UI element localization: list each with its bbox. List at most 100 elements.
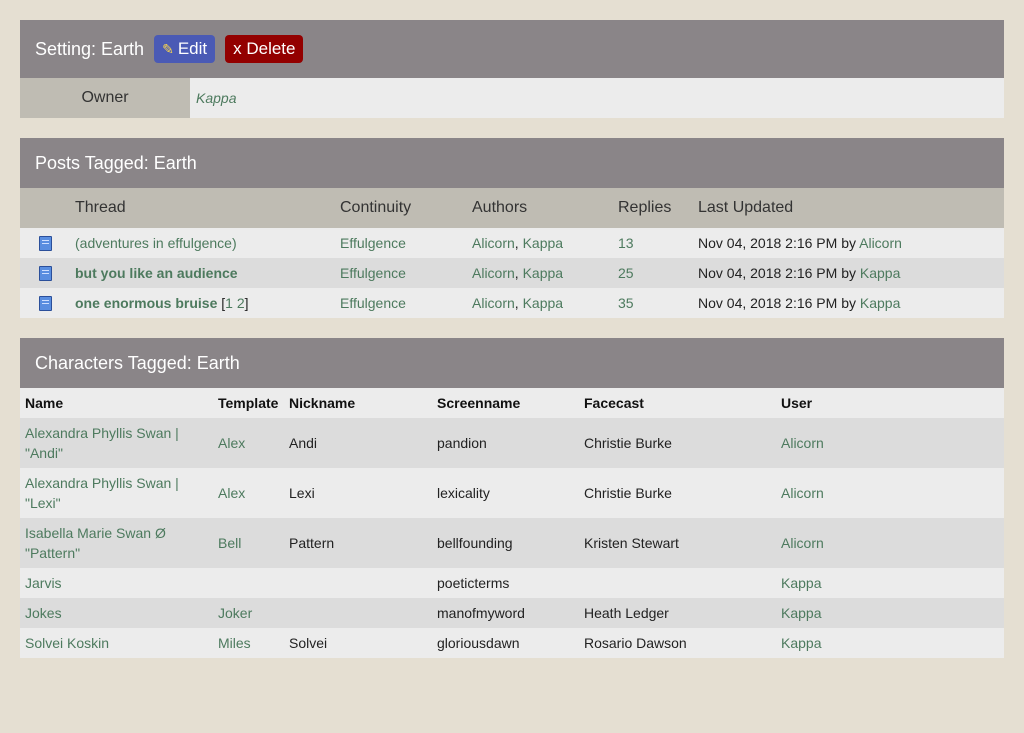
last-updated-time: Nov 04, 2018 2:16 PM [698,235,838,251]
continuity-link[interactable]: Effulgence [340,295,406,311]
by-label: by [841,295,856,311]
page-link[interactable]: 1 [225,295,233,311]
user-link[interactable]: Alicorn [781,435,824,451]
by-label: by [841,265,856,281]
posts-table: Thread Continuity Authors Replies Last U… [20,188,1004,318]
characters-header: Characters Tagged: Earth [20,338,1004,388]
posts-panel: Posts Tagged: Earth Thread Continuity Au… [20,138,1004,318]
character-row: Isabella Marie Swan Ø "Pattern" Bell Pat… [20,518,1004,568]
author-link[interactable]: Alicorn [472,235,515,251]
character-row: Jarvis poeticterms Kappa [20,568,1004,598]
facecast-cell: Kristen Stewart [579,518,776,568]
characters-title: Characters Tagged: Earth [35,352,240,373]
setting-header: Setting: Earth ✎ Edit x Delete [20,20,1004,78]
owner-label: Owner [20,78,190,118]
screenname-cell: bellfounding [432,518,579,568]
setting-title: Setting: Earth [35,38,145,59]
template-link[interactable]: Joker [218,605,252,621]
nickname-cell: Solvei [284,628,432,658]
screenname-cell: lexicality [432,468,579,518]
facecast-cell [579,568,776,598]
screenname-cell: gloriousdawn [432,628,579,658]
owner-row: Owner Kappa [20,78,1004,118]
setting-panel: Setting: Earth ✎ Edit x Delete Owner Kap… [20,20,1004,118]
character-row: Jokes Joker manofmyword Heath Ledger Kap… [20,598,1004,628]
character-name-link[interactable]: Isabella Marie Swan Ø "Pattern" [25,525,166,561]
user-link[interactable]: Kappa [781,605,821,621]
character-name-link[interactable]: Jokes [25,605,62,621]
character-name-link[interactable]: Alexandra Phyllis Swan | "Andi" [25,425,179,461]
edit-button-label: Edit [177,39,208,58]
edit-button[interactable]: ✎ Edit [154,35,216,63]
delete-button[interactable]: x Delete [225,35,304,63]
author-link[interactable]: Alicorn [472,295,515,311]
facecast-cell: Christie Burke [579,418,776,468]
author-link[interactable]: Kappa [523,265,563,281]
updated-by-link[interactable]: Kappa [860,295,900,311]
characters-header-row: Name Template Nickname Screenname Faceca… [20,388,1004,418]
updated-by-link[interactable]: Alicorn [859,235,902,251]
book-icon [39,266,52,282]
character-row: Alexandra Phyllis Swan | "Andi" Alex And… [20,418,1004,468]
nickname-cell: Lexi [284,468,432,518]
replies-link[interactable]: 35 [618,295,634,311]
by-label: by [841,235,856,251]
thread-link[interactable]: but you like an audience [75,265,238,281]
author-link[interactable]: Kappa [523,235,563,251]
posts-header: Posts Tagged: Earth [20,138,1004,188]
continuity-link[interactable]: Effulgence [340,235,406,251]
owner-link[interactable]: Kappa [196,90,236,106]
user-link[interactable]: Kappa [781,635,821,651]
replies-link[interactable]: 13 [618,235,634,251]
facecast-cell: Christie Burke [579,468,776,518]
screenname-cell: poeticterms [432,568,579,598]
nickname-cell: Pattern [284,518,432,568]
character-name-link[interactable]: Alexandra Phyllis Swan | "Lexi" [25,475,179,511]
posts-title: Posts Tagged: Earth [35,152,197,173]
thread-link[interactable]: one enormous bruise [75,295,217,311]
posts-col-replies: Replies [613,188,693,228]
post-row: one enormous bruise [1 2] Effulgence Ali… [20,288,1004,318]
screenname-cell: manofmyword [432,598,579,628]
nickname-cell: Andi [284,418,432,468]
user-link[interactable]: Alicorn [781,535,824,551]
chars-col-facecast: Facecast [579,388,776,418]
character-name-link[interactable]: Jarvis [25,575,62,591]
template-link[interactable]: Bell [218,535,241,551]
author-link[interactable]: Kappa [523,295,563,311]
book-icon [39,296,52,312]
user-link[interactable]: Alicorn [781,485,824,501]
chars-col-user: User [776,388,1004,418]
facecast-cell: Rosario Dawson [579,628,776,658]
chars-col-nickname: Nickname [284,388,432,418]
user-link[interactable]: Kappa [781,575,821,591]
template-link[interactable]: Alex [218,485,245,501]
owner-value-cell: Kappa [190,78,1004,118]
last-updated-time: Nov 04, 2018 2:16 PM [698,295,838,311]
posts-col-icon [20,188,70,228]
pencil-icon: ✎ [162,40,174,57]
author-link[interactable]: Alicorn [472,265,515,281]
post-row: but you like an audience Effulgence Alic… [20,258,1004,288]
posts-col-last-updated: Last Updated [693,188,1004,228]
last-updated-time: Nov 04, 2018 2:16 PM [698,265,838,281]
template-link[interactable]: Alex [218,435,245,451]
updated-by-link[interactable]: Kappa [860,265,900,281]
thread-link[interactable]: (adventures in effulgence) [75,235,237,251]
posts-col-thread: Thread [70,188,335,228]
continuity-link[interactable]: Effulgence [340,265,406,281]
characters-panel: Characters Tagged: Earth Name Template N… [20,338,1004,658]
chars-col-name: Name [20,388,213,418]
template-link[interactable]: Miles [218,635,251,651]
character-name-link[interactable]: Solvei Koskin [25,635,109,651]
nickname-cell [284,568,432,598]
page-link[interactable]: 2 [237,295,245,311]
book-icon [39,236,52,252]
posts-col-continuity: Continuity [335,188,467,228]
nickname-cell [284,598,432,628]
chars-col-screenname: Screenname [432,388,579,418]
character-row: Solvei Koskin Miles Solvei gloriousdawn … [20,628,1004,658]
posts-col-authors: Authors [467,188,613,228]
replies-link[interactable]: 25 [618,265,634,281]
characters-table: Name Template Nickname Screenname Faceca… [20,388,1004,658]
